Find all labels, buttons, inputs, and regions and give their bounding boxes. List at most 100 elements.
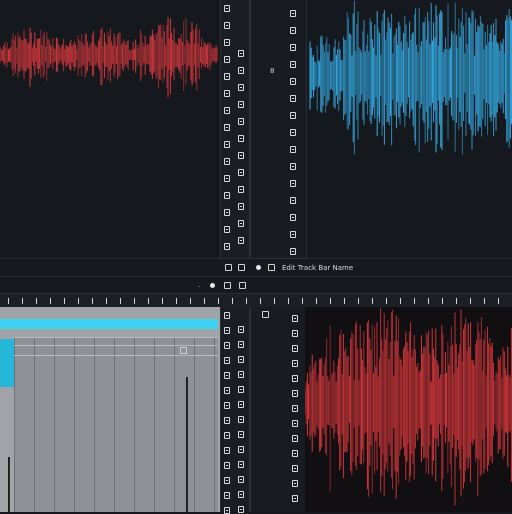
clip-grid-pane[interactable] [0,307,220,512]
track-button-icon[interactable] [224,90,230,97]
track-button-icon[interactable] [290,10,296,17]
track-button-icon[interactable] [224,22,230,29]
track-button-icon[interactable] [292,450,298,457]
track-button-icon[interactable] [290,197,296,204]
track-button-icon[interactable] [238,84,244,91]
track-button-icon[interactable] [262,311,269,318]
record-dot-icon[interactable] [256,265,261,270]
track-button-icon[interactable] [292,420,298,427]
track-button-icon[interactable] [224,342,230,349]
ruler-tick [162,298,163,304]
track-button-icon[interactable] [290,248,296,255]
track-button-icon[interactable] [292,435,298,442]
track-button-icon[interactable] [238,386,244,393]
track-button-icon[interactable] [224,447,230,454]
track-button-icon[interactable] [224,281,231,289]
track-button-icon[interactable] [224,402,230,409]
track-button-icon[interactable] [290,146,296,153]
track-button-icon[interactable] [224,209,230,216]
track-button-icon[interactable] [290,214,296,221]
grid-column-line [194,337,195,512]
track-button-icon[interactable] [238,461,244,468]
track-button-icon[interactable] [290,61,296,68]
track-button-icon[interactable] [292,465,298,472]
track-button-icon[interactable] [224,243,230,250]
track-button-icon[interactable] [268,264,275,271]
track-button-icon[interactable] [238,50,244,57]
track-button-icon[interactable] [238,135,244,142]
track-button-icon[interactable] [238,67,244,74]
fader-icon[interactable] [8,457,10,512]
track-button-icon[interactable] [224,175,230,182]
track-button-icon[interactable] [238,446,244,453]
track-button-icon[interactable] [238,169,244,176]
track-button-icon[interactable] [238,203,244,210]
track-button-icon[interactable] [224,73,230,80]
track-button-icon[interactable] [224,507,230,514]
waveform-pane-top-right[interactable] [305,0,512,258]
track-button-icon[interactable] [224,492,230,499]
track-button-icon[interactable] [224,327,230,334]
track-button-icon[interactable] [224,56,230,63]
play-dot-icon[interactable] [210,282,215,288]
track-button-icon[interactable] [290,78,296,85]
track-button-icon[interactable] [224,39,230,46]
track-button-icon[interactable] [292,480,298,487]
track-button-icon[interactable] [238,152,244,159]
track-button-icon[interactable] [224,372,230,379]
track-button-icon[interactable] [238,237,244,244]
track-button-icon[interactable] [292,330,298,337]
track-button-icon[interactable] [238,118,244,125]
track-button-icon[interactable] [180,347,187,354]
track-button-icon[interactable] [290,180,296,187]
track-button-icon[interactable] [238,341,244,348]
cyan-clip[interactable] [0,339,14,387]
track-button-icon[interactable] [224,226,230,233]
track-button-icon[interactable] [224,158,230,165]
track-button-icon[interactable] [292,345,298,352]
cyan-track-bar[interactable] [0,319,218,329]
waveform-pane-top-left[interactable] [0,0,220,258]
track-button-icon[interactable] [224,387,230,394]
track-button-icon[interactable] [224,107,230,114]
track-button-icon[interactable] [238,264,245,271]
track-button-icon[interactable] [239,281,246,289]
track-button-icon[interactable] [224,357,230,364]
track-button-icon[interactable] [290,163,296,170]
track-button-icon[interactable] [238,401,244,408]
track-button-icon[interactable] [224,462,230,469]
track-button-icon[interactable] [290,231,296,238]
track-button-icon[interactable] [292,405,298,412]
track-button-icon[interactable] [290,44,296,51]
track-button-icon[interactable] [290,129,296,136]
track-button-icon[interactable] [292,375,298,382]
track-button-icon[interactable] [238,416,244,423]
track-button-icon[interactable] [224,432,230,439]
track-button-icon[interactable] [238,431,244,438]
track-button-icon[interactable] [290,27,296,34]
track-button-icon[interactable] [224,477,230,484]
track-button-icon[interactable] [238,356,244,363]
track-button-icon[interactable] [238,101,244,108]
track-button-icon[interactable] [224,5,230,12]
track-button-icon[interactable] [238,220,244,227]
track-button-icon[interactable] [238,491,244,498]
track-button-icon[interactable] [224,141,230,148]
track-button-icon[interactable] [292,390,298,397]
track-button-icon[interactable] [238,476,244,483]
track-button-icon[interactable] [238,186,244,193]
track-button-icon[interactable] [238,326,244,333]
track-button-icon[interactable] [290,95,296,102]
track-button-icon[interactable] [292,495,298,502]
track-button-icon[interactable] [224,312,230,319]
track-button-icon[interactable] [290,112,296,119]
fader-icon[interactable] [186,377,188,512]
track-button-icon[interactable] [238,371,244,378]
track-button-icon[interactable] [292,360,298,367]
track-button-icon[interactable] [225,264,232,271]
track-button-icon[interactable] [224,417,230,424]
waveform-pane-bottom-right[interactable] [305,307,512,512]
track-button-icon[interactable] [224,124,230,131]
track-button-icon[interactable] [292,315,298,322]
track-button-icon[interactable] [224,192,230,199]
